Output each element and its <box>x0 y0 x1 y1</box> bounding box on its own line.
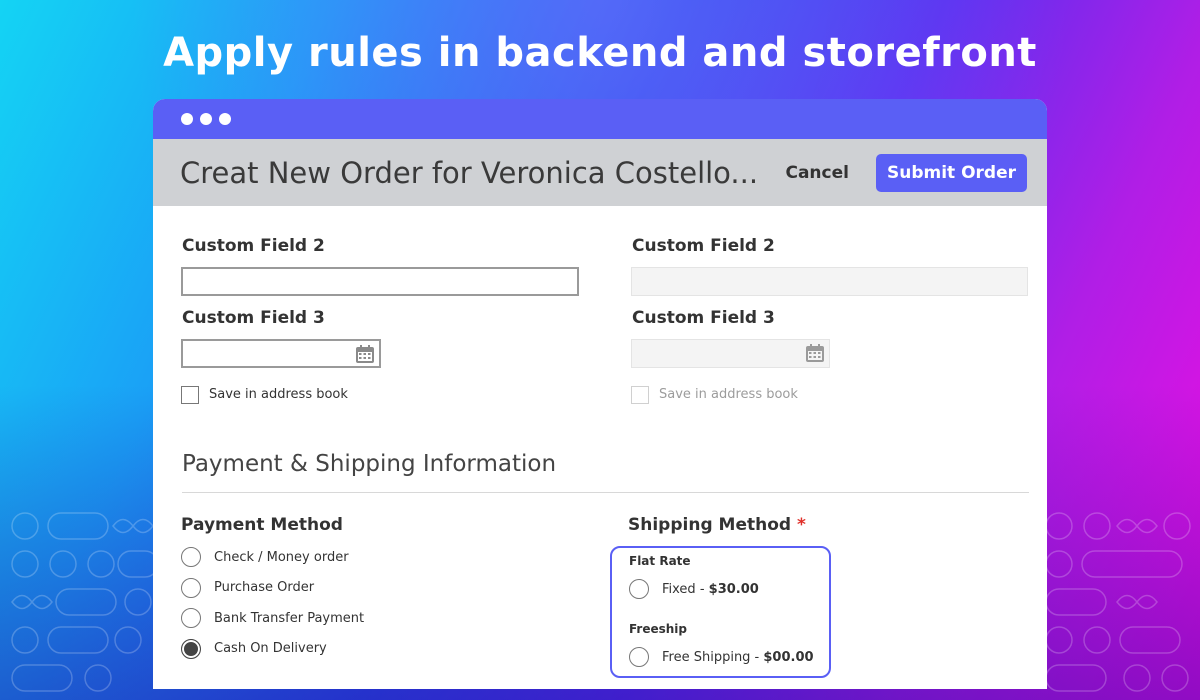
section-divider <box>182 492 1029 493</box>
shipping-option-free-label: Free Shipping - $00.00 <box>662 650 814 665</box>
shipping-group-flat-rate: Flat Rate <box>629 554 691 568</box>
decorative-pattern-left <box>11 512 158 692</box>
cancel-button[interactable]: Cancel <box>785 163 848 183</box>
custom-field-2-input-disabled <box>631 267 1028 296</box>
form-content: Custom Field 2 Custom Field 3 Save in ad… <box>153 206 1047 689</box>
decorative-pattern-right <box>1045 512 1191 692</box>
window-dot-icon <box>181 113 193 125</box>
shipping-option-text: Fixed - <box>662 582 709 597</box>
shipping-method-label: Shipping Method * <box>628 515 806 535</box>
shipping-options-box: Flat Rate Fixed - $30.00 Freeship Free S… <box>610 546 831 678</box>
save-address-label: Save in address book <box>209 387 348 402</box>
custom-field-3-date-input[interactable] <box>181 339 381 368</box>
shipping-radio-fixed[interactable] <box>629 579 649 599</box>
shipping-radio-free-shipping[interactable] <box>629 647 649 667</box>
shipping-method-text: Shipping Method <box>628 515 792 535</box>
custom-field-2-input[interactable] <box>181 267 579 296</box>
payment-radio-check-money-order[interactable] <box>181 547 201 567</box>
payment-method-label: Payment Method <box>181 515 343 535</box>
page-header: Creat New Order for Veronica Costello...… <box>153 139 1047 206</box>
save-address-checkbox[interactable] <box>181 386 199 404</box>
required-asterisk: * <box>796 515 806 535</box>
calendar-icon[interactable] <box>355 344 375 364</box>
payment-option-label: Cash On Delivery <box>214 641 327 656</box>
window-dot-icon <box>200 113 212 125</box>
payment-radio-purchase-order[interactable] <box>181 578 201 598</box>
custom-field-2-label-right: Custom Field 2 <box>632 236 775 256</box>
shipping-option-fixed-label: Fixed - $30.00 <box>662 582 759 597</box>
save-address-label-disabled: Save in address book <box>659 387 798 402</box>
submit-order-button[interactable]: Submit Order <box>875 153 1027 192</box>
payment-radio-cash-on-delivery[interactable] <box>181 639 201 659</box>
section-title: Payment & Shipping Information <box>182 451 557 477</box>
shipping-option-price: $00.00 <box>763 650 814 665</box>
custom-field-3-label: Custom Field 3 <box>182 308 325 328</box>
page-title: Creat New Order for Veronica Costello... <box>180 155 759 190</box>
payment-radio-bank-transfer[interactable] <box>181 608 201 628</box>
custom-field-3-date-input-disabled <box>631 339 830 368</box>
promo-headline: Apply rules in backend and storefront <box>163 30 1037 76</box>
payment-option-label: Bank Transfer Payment <box>214 611 365 626</box>
shipping-option-price: $30.00 <box>708 582 759 597</box>
shipping-group-freeship: Freeship <box>629 622 688 636</box>
custom-field-3-label-right: Custom Field 3 <box>632 308 775 328</box>
order-window: Creat New Order for Veronica Costello...… <box>153 99 1047 689</box>
window-dot-icon <box>219 113 231 125</box>
custom-field-2-label: Custom Field 2 <box>182 236 325 256</box>
calendar-icon <box>806 344 824 362</box>
payment-option-label: Check / Money order <box>214 550 349 565</box>
save-address-checkbox-disabled <box>631 386 649 404</box>
payment-option-label: Purchase Order <box>214 580 315 595</box>
window-titlebar <box>153 99 1047 139</box>
shipping-option-text: Free Shipping - <box>662 650 764 665</box>
